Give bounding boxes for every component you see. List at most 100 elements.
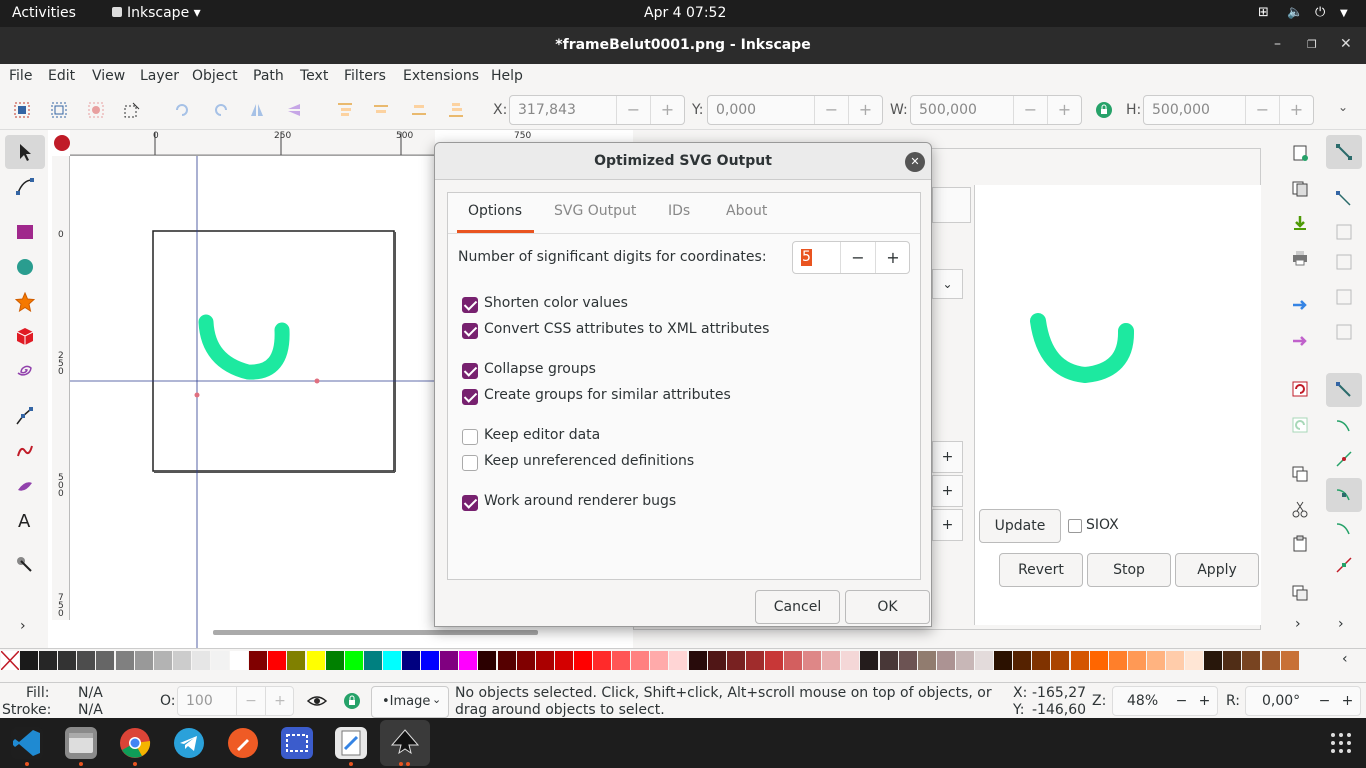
color-swatch[interactable] <box>211 651 229 670</box>
node-tool-icon[interactable] <box>15 176 35 196</box>
color-swatch[interactable] <box>1166 651 1184 670</box>
color-swatch[interactable] <box>1070 651 1089 670</box>
color-swatch[interactable] <box>96 651 115 670</box>
color-swatch[interactable] <box>77 651 96 670</box>
layer-dropdown[interactable]: •Image ⌄ <box>371 686 449 718</box>
rotation-decrement[interactable]: − <box>1312 687 1337 715</box>
color-swatch[interactable] <box>554 651 573 670</box>
color-swatch[interactable] <box>1261 651 1280 670</box>
color-swatch[interactable] <box>268 651 287 670</box>
selector-tool-icon[interactable] <box>15 142 35 162</box>
opacity-spinbox[interactable]: 100 − + <box>177 686 294 716</box>
h-decrement[interactable]: − <box>1245 96 1279 124</box>
mode-dropdown-chevron-icon[interactable]: ⌄ <box>932 269 963 299</box>
color-swatch[interactable] <box>39 651 58 670</box>
snap-bbox-icon[interactable] <box>1335 190 1353 208</box>
y-increment[interactable]: + <box>848 96 882 124</box>
color-swatch[interactable] <box>612 651 631 670</box>
color-swatch[interactable] <box>344 651 363 670</box>
color-swatch[interactable] <box>325 651 344 670</box>
zoom-in[interactable]: + <box>1192 687 1217 715</box>
color-swatch[interactable] <box>535 651 554 670</box>
color-swatch[interactable] <box>860 651 879 670</box>
digits-decrement[interactable]: − <box>840 242 875 273</box>
update-button[interactable]: Update <box>979 509 1061 543</box>
color-swatch[interactable] <box>745 651 764 670</box>
inkscape-icon[interactable] <box>389 727 421 759</box>
snap-cusp-nodes-icon[interactable] <box>1335 486 1353 504</box>
menu-text[interactable]: Text <box>300 68 328 84</box>
color-swatch[interactable] <box>459 651 478 670</box>
color-swatch[interactable] <box>669 651 688 670</box>
cut-icon[interactable] <box>1291 500 1309 518</box>
spin-increment-2[interactable]: + <box>932 475 963 507</box>
color-swatch[interactable] <box>1013 651 1032 670</box>
color-swatch[interactable] <box>306 651 325 670</box>
color-swatch[interactable] <box>134 651 153 670</box>
copy-icon[interactable] <box>1291 465 1309 483</box>
star-tool-icon[interactable] <box>15 292 35 312</box>
menu-help[interactable]: Help <box>491 68 523 84</box>
spiral-tool-icon[interactable] <box>15 360 35 380</box>
zoom-spinbox[interactable]: 48% − + <box>1112 686 1218 716</box>
chrome-icon[interactable] <box>119 727 151 759</box>
stroke-value[interactable]: N/A <box>78 702 103 718</box>
apply-button[interactable]: Apply <box>1175 553 1259 587</box>
zoom-out[interactable]: − <box>1169 687 1194 715</box>
palette-menu-chevron-icon[interactable]: ‹ <box>1342 651 1348 667</box>
horizontal-scrollbar[interactable] <box>213 630 538 635</box>
snap-path-icon[interactable] <box>1335 417 1353 435</box>
color-swatch[interactable] <box>115 651 134 670</box>
calligraphy-tool-icon[interactable] <box>15 475 35 495</box>
keep-editor-data-checkbox[interactable] <box>462 429 478 445</box>
tab-svg-output[interactable]: SVG Output <box>554 203 636 219</box>
snap-nodes-icon[interactable] <box>1335 381 1353 399</box>
y-decrement[interactable]: − <box>814 96 848 124</box>
maximize-icon[interactable]: ❐ <box>1307 38 1317 51</box>
clock[interactable]: Apr 4 07:52 <box>644 5 726 21</box>
power-icon[interactable]: ⏻ <box>1315 5 1325 20</box>
select-all-icon[interactable] <box>13 101 31 119</box>
select-all-layers-icon[interactable] <box>50 101 68 119</box>
create-groups-checkbox[interactable] <box>462 389 478 405</box>
renderer-workaround-checkbox[interactable] <box>462 495 478 511</box>
color-swatch[interactable] <box>363 651 382 670</box>
color-swatch[interactable] <box>58 651 77 670</box>
color-swatch[interactable] <box>879 651 898 670</box>
color-swatch[interactable] <box>822 651 841 670</box>
save-as-icon[interactable] <box>1291 332 1309 350</box>
paste-icon[interactable] <box>1291 535 1309 553</box>
undo-icon[interactable] <box>1291 380 1309 398</box>
color-swatch[interactable] <box>402 651 420 670</box>
pencil-tool-icon[interactable] <box>15 441 35 461</box>
color-swatch[interactable] <box>955 651 974 670</box>
layer-visibility-eye-icon[interactable] <box>307 692 327 710</box>
color-swatch[interactable] <box>1051 651 1070 670</box>
color-swatch[interactable] <box>898 651 917 670</box>
spin-increment-3[interactable]: + <box>932 509 963 541</box>
color-swatch[interactable] <box>1242 651 1261 670</box>
color-swatch[interactable] <box>1204 651 1223 670</box>
text-editor-icon[interactable] <box>335 727 367 759</box>
postman-icon[interactable] <box>227 727 259 759</box>
color-swatch[interactable] <box>440 651 459 670</box>
ok-button[interactable]: OK <box>845 590 930 624</box>
color-swatch[interactable] <box>1089 651 1108 670</box>
menu-layer[interactable]: Layer <box>140 68 179 84</box>
x-increment[interactable]: + <box>650 96 684 124</box>
snap-line-midpoint-icon[interactable] <box>1335 556 1353 574</box>
circle-tool-icon[interactable] <box>15 257 35 277</box>
dialog-close-icon[interactable]: ✕ <box>905 152 925 172</box>
color-swatch[interactable] <box>497 651 516 670</box>
spin-increment-1[interactable]: + <box>932 441 963 473</box>
snap-enable-icon[interactable] <box>1335 143 1353 161</box>
opacity-increment[interactable]: + <box>265 687 294 715</box>
color-swatch[interactable] <box>841 651 860 670</box>
network-icon[interactable]: ⊞ <box>1258 5 1269 20</box>
x-spinbox[interactable]: 317,843 − + <box>509 95 685 125</box>
color-swatch[interactable] <box>1223 651 1242 670</box>
rotation-increment[interactable]: + <box>1335 687 1360 715</box>
color-swatch[interactable] <box>573 651 592 670</box>
shorten-colors-checkbox[interactable] <box>462 297 478 313</box>
color-swatch[interactable] <box>153 651 172 670</box>
